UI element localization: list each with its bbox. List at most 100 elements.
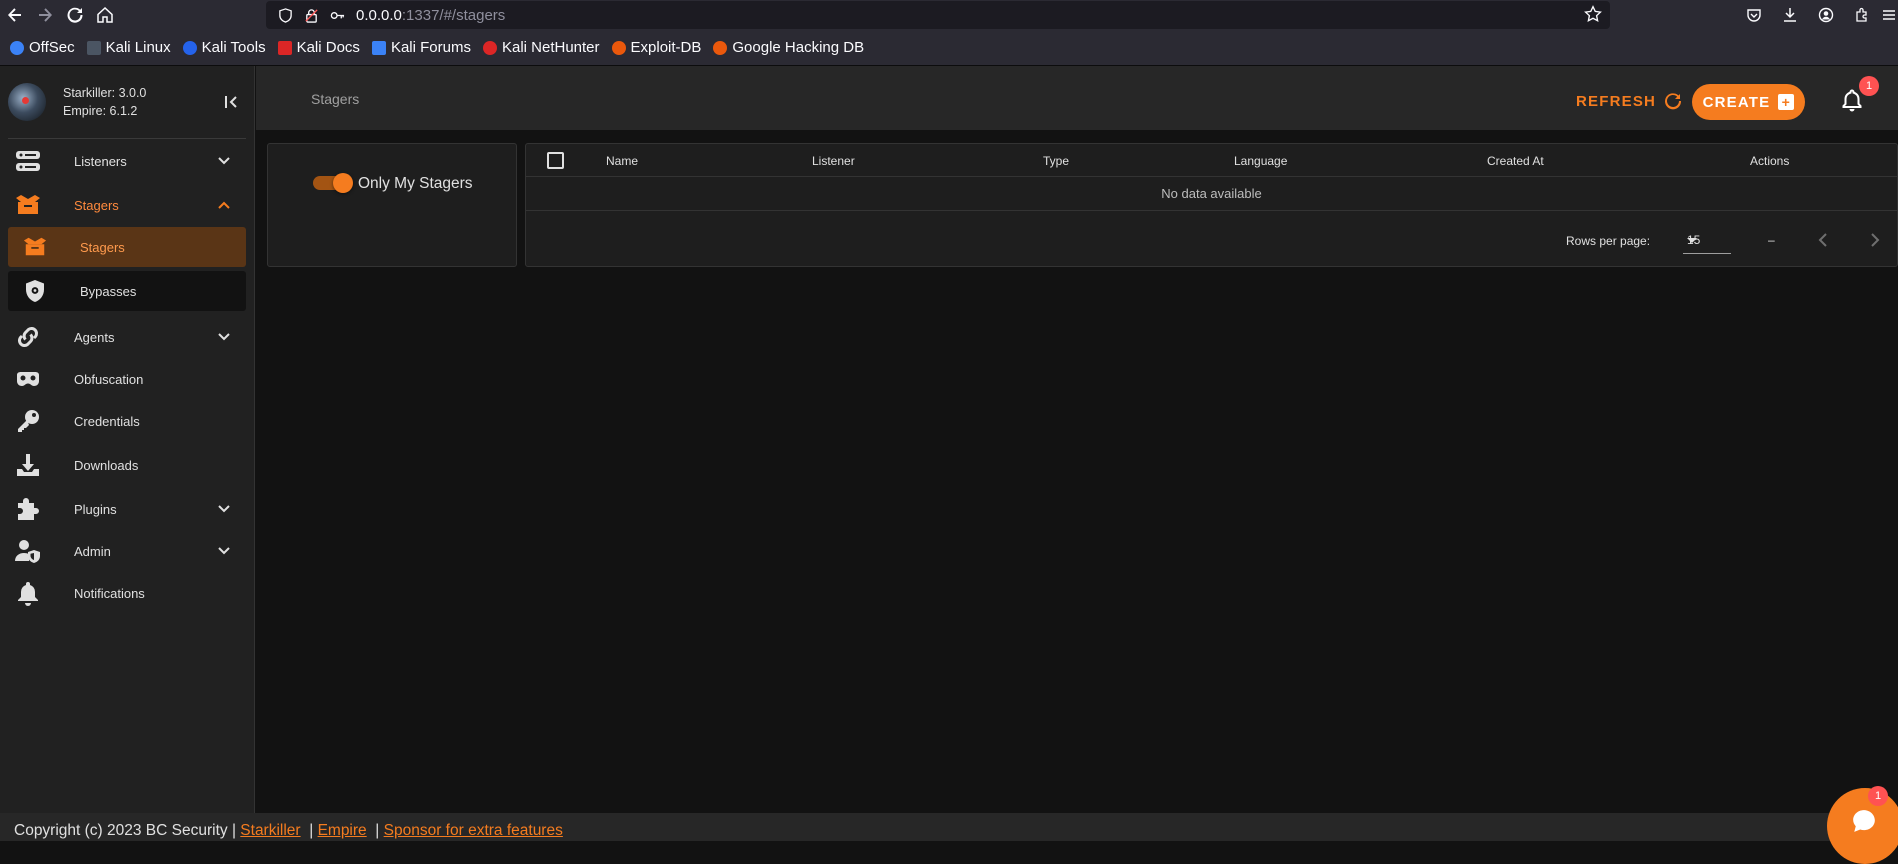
sidebar-subitem-stagers[interactable]: Stagers (8, 227, 246, 267)
sidebar-item-plugins[interactable]: Plugins (0, 487, 254, 531)
chat-count-badge: 1 (1868, 786, 1888, 806)
sponsor-link[interactable]: Sponsor for extra features (384, 822, 563, 839)
download-icon[interactable] (1772, 0, 1808, 30)
column-header-language[interactable]: Language (1234, 154, 1287, 168)
puzzle-icon (14, 495, 42, 523)
browser-toolbar: 0.0.0.0:1337/#/stagers (0, 0, 1898, 30)
sidebar-item-listeners[interactable]: Listeners (0, 139, 254, 183)
kali-forums-icon (371, 40, 386, 55)
plus-box-icon: + (1778, 94, 1795, 110)
select-all-checkbox[interactable] (547, 152, 564, 169)
refresh-label: REFRESH (1576, 92, 1657, 110)
sidebar-item-stagers[interactable]: Stagers (0, 183, 254, 227)
bookmark-label: Kali Linux (105, 39, 171, 56)
starkiller-link[interactable]: Starkiller (240, 822, 300, 839)
app-footer: Copyright (c) 2023 BC Security | Starkil… (0, 813, 1898, 841)
page-title: Stagers (311, 91, 360, 107)
bookmark-label: Kali Tools (201, 39, 266, 56)
empire-link[interactable]: Empire (318, 822, 367, 839)
back-icon[interactable] (0, 0, 30, 30)
url-text: 0.0.0.0:1337/#/stagers (356, 7, 505, 24)
account-icon[interactable] (1808, 0, 1844, 30)
empire-version: Empire: 6.1.2 (63, 104, 138, 118)
sidebar-label: Stagers (74, 197, 119, 213)
reload-icon[interactable] (60, 0, 90, 30)
bookmark-kali-tools[interactable]: Kali Tools (182, 39, 266, 56)
sidebar-label: Agents (74, 329, 115, 345)
chevron-down-icon[interactable] (214, 499, 234, 519)
chevron-down-icon[interactable] (214, 327, 234, 347)
create-label: CREATE (1702, 93, 1771, 111)
insecure-lock-icon[interactable] (300, 4, 322, 26)
only-my-stagers-switch[interactable] (313, 173, 353, 193)
bookmark-kali-linux[interactable]: Kali Linux (86, 39, 171, 56)
sidebar-label: Bypasses (80, 283, 137, 299)
user-shield-icon (14, 537, 42, 565)
sidebar-item-notifications[interactable]: Notifications (0, 571, 254, 615)
brand: Starkiller: 3.0.0 Empire: 6.1.2 (0, 66, 254, 138)
key-icon[interactable] (326, 4, 348, 26)
menu-icon[interactable] (1880, 0, 1898, 30)
url-bar[interactable]: 0.0.0.0:1337/#/stagers (266, 1, 1610, 29)
chevron-up-icon[interactable] (214, 195, 234, 215)
empty-state-text: No data available (526, 177, 1897, 211)
bookmark-exploit-db[interactable]: Exploit-DB (611, 39, 702, 56)
next-page-icon[interactable] (1862, 228, 1886, 252)
starkiller-logo (8, 83, 46, 121)
server-icon (14, 147, 42, 175)
chevron-down-icon[interactable] (214, 541, 234, 561)
shield-gear-icon (20, 276, 50, 306)
box-icon (20, 232, 50, 262)
sidebar-label: Downloads (74, 457, 139, 473)
notification-count-badge: 1 (1859, 76, 1879, 96)
only-my-stagers-label: Only My Stagers (358, 175, 473, 192)
create-button[interactable]: CREATE + (1692, 84, 1805, 120)
page-range-text: – (1768, 233, 1775, 247)
column-header-listener[interactable]: Listener (812, 154, 855, 168)
refresh-button[interactable]: REFRESH (1576, 84, 1682, 118)
bookmark-kali-nethunter[interactable]: Kali NetHunter (482, 39, 600, 56)
footer-separator: | (309, 822, 314, 839)
sidebar-item-obfuscation[interactable]: Obfuscation (0, 359, 254, 399)
caret-down-icon (1687, 238, 1697, 243)
sidebar-subitem-bypasses[interactable]: Bypasses (8, 271, 246, 311)
home-icon[interactable] (90, 0, 120, 30)
sidebar-label: Listeners (74, 153, 127, 169)
bookmark-star-icon[interactable] (1584, 5, 1602, 28)
bookmark-label: Kali Forums (390, 39, 471, 56)
shield-icon[interactable] (274, 4, 296, 26)
forward-icon[interactable] (30, 0, 60, 30)
bookmark-offsec[interactable]: OffSec (10, 39, 75, 56)
sidebar-item-admin[interactable]: Admin (0, 531, 254, 571)
bookmark-label: Exploit-DB (630, 39, 702, 56)
column-header-created-at[interactable]: Created At (1487, 154, 1544, 168)
sidebar-item-downloads[interactable]: Downloads (0, 443, 254, 487)
column-header-type[interactable]: Type (1043, 154, 1069, 168)
collapse-sidebar-icon[interactable] (220, 90, 244, 114)
rows-per-page-label: Rows per page: (1566, 234, 1651, 248)
sidebar-label: Notifications (74, 585, 145, 601)
bookmark-label: Kali Docs (296, 39, 360, 56)
url-path: :1337/#/stagers (401, 6, 506, 24)
column-header-name[interactable]: Name (606, 154, 638, 168)
bookmark-google-hacking-db[interactable]: Google Hacking DB (713, 39, 864, 56)
bookmarks-bar: OffSec Kali Linux Kali Tools Kali Docs K… (0, 30, 1898, 66)
bookmark-kali-docs[interactable]: Kali Docs (277, 39, 360, 56)
sidebar-item-agents[interactable]: Agents (0, 315, 254, 359)
chevron-down-icon[interactable] (214, 151, 234, 171)
sidebar-label: Admin (74, 543, 111, 559)
table-header: Name Listener Type Language Created At A… (526, 144, 1897, 177)
sidebar-item-credentials[interactable]: Credentials (0, 399, 254, 443)
extensions-icon[interactable] (1844, 0, 1880, 30)
offsec-icon (10, 40, 24, 55)
ghdb-icon (713, 40, 728, 55)
rows-per-page-select[interactable]: 15 (1683, 228, 1731, 254)
bookmark-kali-forums[interactable]: Kali Forums (371, 39, 471, 56)
sidebar-label: Credentials (74, 413, 140, 429)
previous-page-icon[interactable] (1812, 228, 1836, 252)
pocket-icon[interactable] (1736, 0, 1772, 30)
bell-icon (14, 579, 42, 607)
bookmark-label: Kali NetHunter (501, 39, 600, 56)
kali-dragon-icon (86, 40, 101, 55)
table-pagination: Rows per page: 15 – (526, 212, 1897, 268)
